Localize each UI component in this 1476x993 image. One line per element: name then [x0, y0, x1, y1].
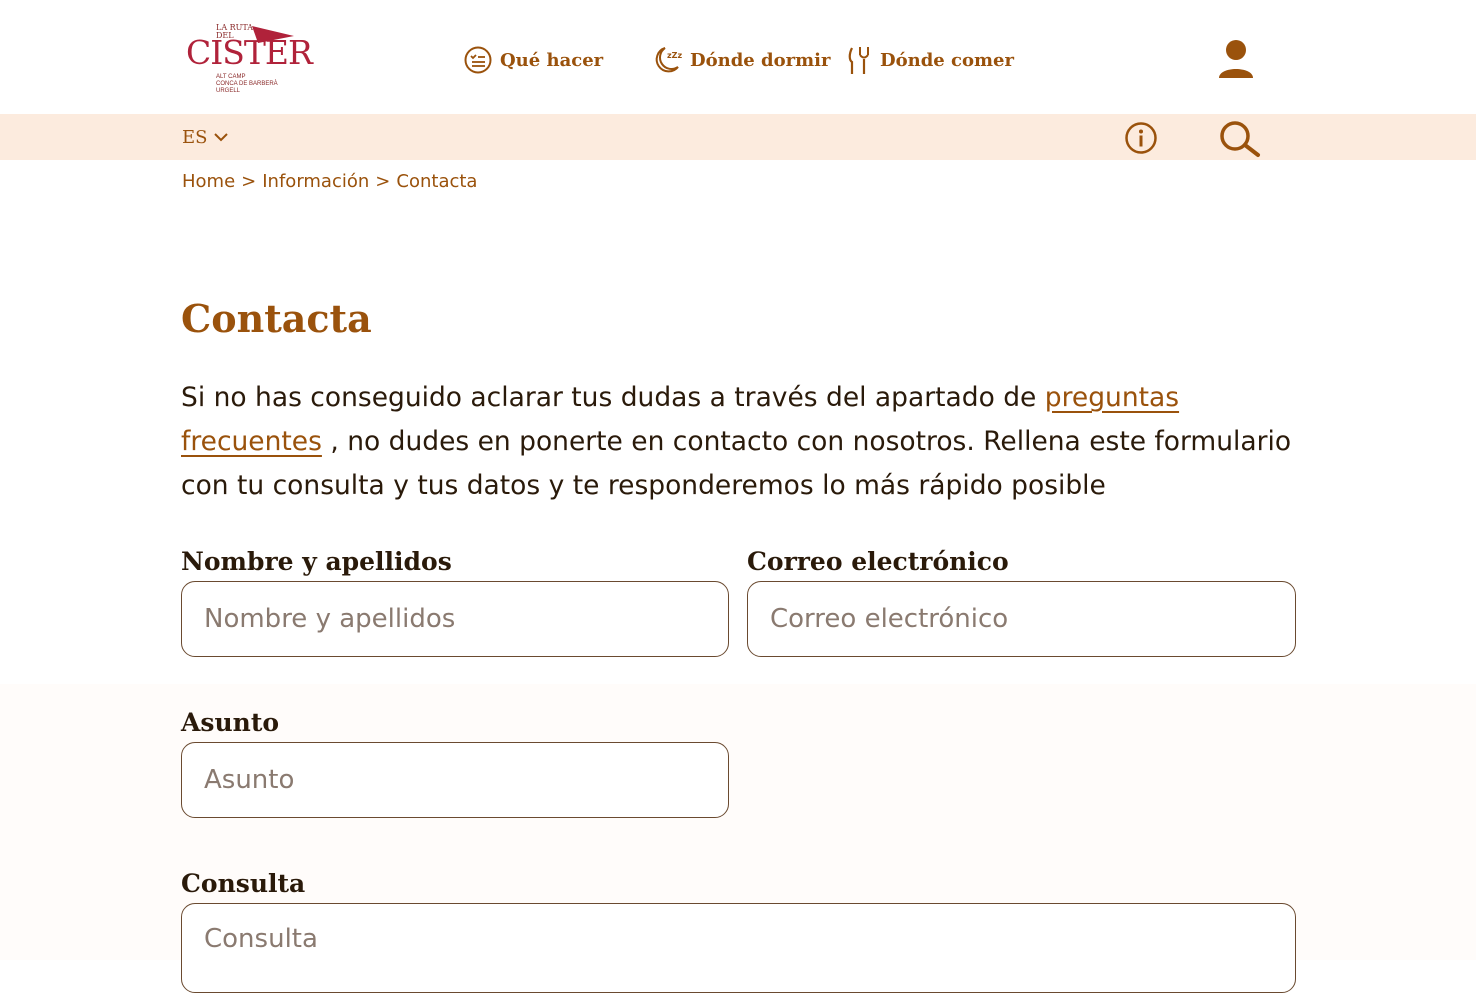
user-account-button[interactable] — [1216, 38, 1256, 82]
user-icon — [1219, 40, 1253, 78]
language-label: ES — [182, 126, 208, 148]
query-textarea[interactable] — [181, 903, 1296, 993]
logo-sub2: CONCA DE BARBERÀ — [216, 81, 278, 87]
info-button[interactable] — [1124, 121, 1158, 155]
nav-donde-dormir[interactable]: zZz Dónde dormir — [652, 42, 830, 78]
intro-text: Si no has conseguido aclarar tus dudas a… — [181, 376, 1321, 508]
breadcrumb-separator: > — [241, 171, 257, 192]
nav-label: Qué hacer — [500, 49, 604, 71]
search-icon — [1220, 121, 1260, 157]
logo-sub1: ALT CAMP — [216, 74, 246, 80]
logo-sub3: URGELL — [216, 88, 241, 94]
site-header: LA RUTA DEL CISTER ALT CAMP CONCA DE BAR… — [0, 0, 1476, 114]
intro-before: Si no has conseguido aclarar tus dudas a… — [181, 382, 1045, 413]
intro-after: , no dudes en ponerte en contacto con no… — [181, 426, 1292, 501]
checklist-icon — [464, 46, 492, 74]
search-button[interactable] — [1216, 119, 1264, 159]
subject-label: Asunto — [181, 708, 280, 737]
svg-text:zZz: zZz — [667, 51, 682, 60]
breadcrumb-home[interactable]: Home — [182, 171, 235, 192]
chevron-down-icon — [214, 133, 229, 142]
info-icon — [1125, 122, 1157, 154]
nav-label: Dónde comer — [880, 49, 1014, 71]
cutlery-icon — [848, 47, 869, 74]
subject-input[interactable] — [181, 742, 729, 818]
logo-main: CISTER — [186, 33, 313, 72]
sub-navigation-bar: ES — [0, 114, 1476, 160]
email-input[interactable] — [747, 581, 1296, 657]
nav-que-hacer[interactable]: Qué hacer — [464, 42, 603, 78]
breadcrumb: Home > Información > Contacta — [182, 171, 477, 192]
email-label: Correo electrónico — [747, 547, 1009, 576]
nav-label: Dónde dormir — [690, 49, 831, 71]
query-label: Consulta — [181, 869, 306, 898]
page-title: Contacta — [181, 296, 372, 341]
moon-sleep-icon: zZz — [655, 47, 682, 73]
breadcrumb-informacion[interactable]: Información — [262, 171, 369, 192]
breadcrumb-separator: > — [375, 171, 391, 192]
nav-donde-comer[interactable]: Dónde comer — [848, 42, 1014, 78]
name-label: Nombre y apellidos — [181, 547, 452, 576]
breadcrumb-current: Contacta — [396, 171, 478, 192]
language-selector[interactable]: ES — [182, 124, 229, 150]
site-logo[interactable]: LA RUTA DEL CISTER ALT CAMP CONCA DE BAR… — [186, 22, 313, 100]
name-input[interactable] — [181, 581, 729, 657]
